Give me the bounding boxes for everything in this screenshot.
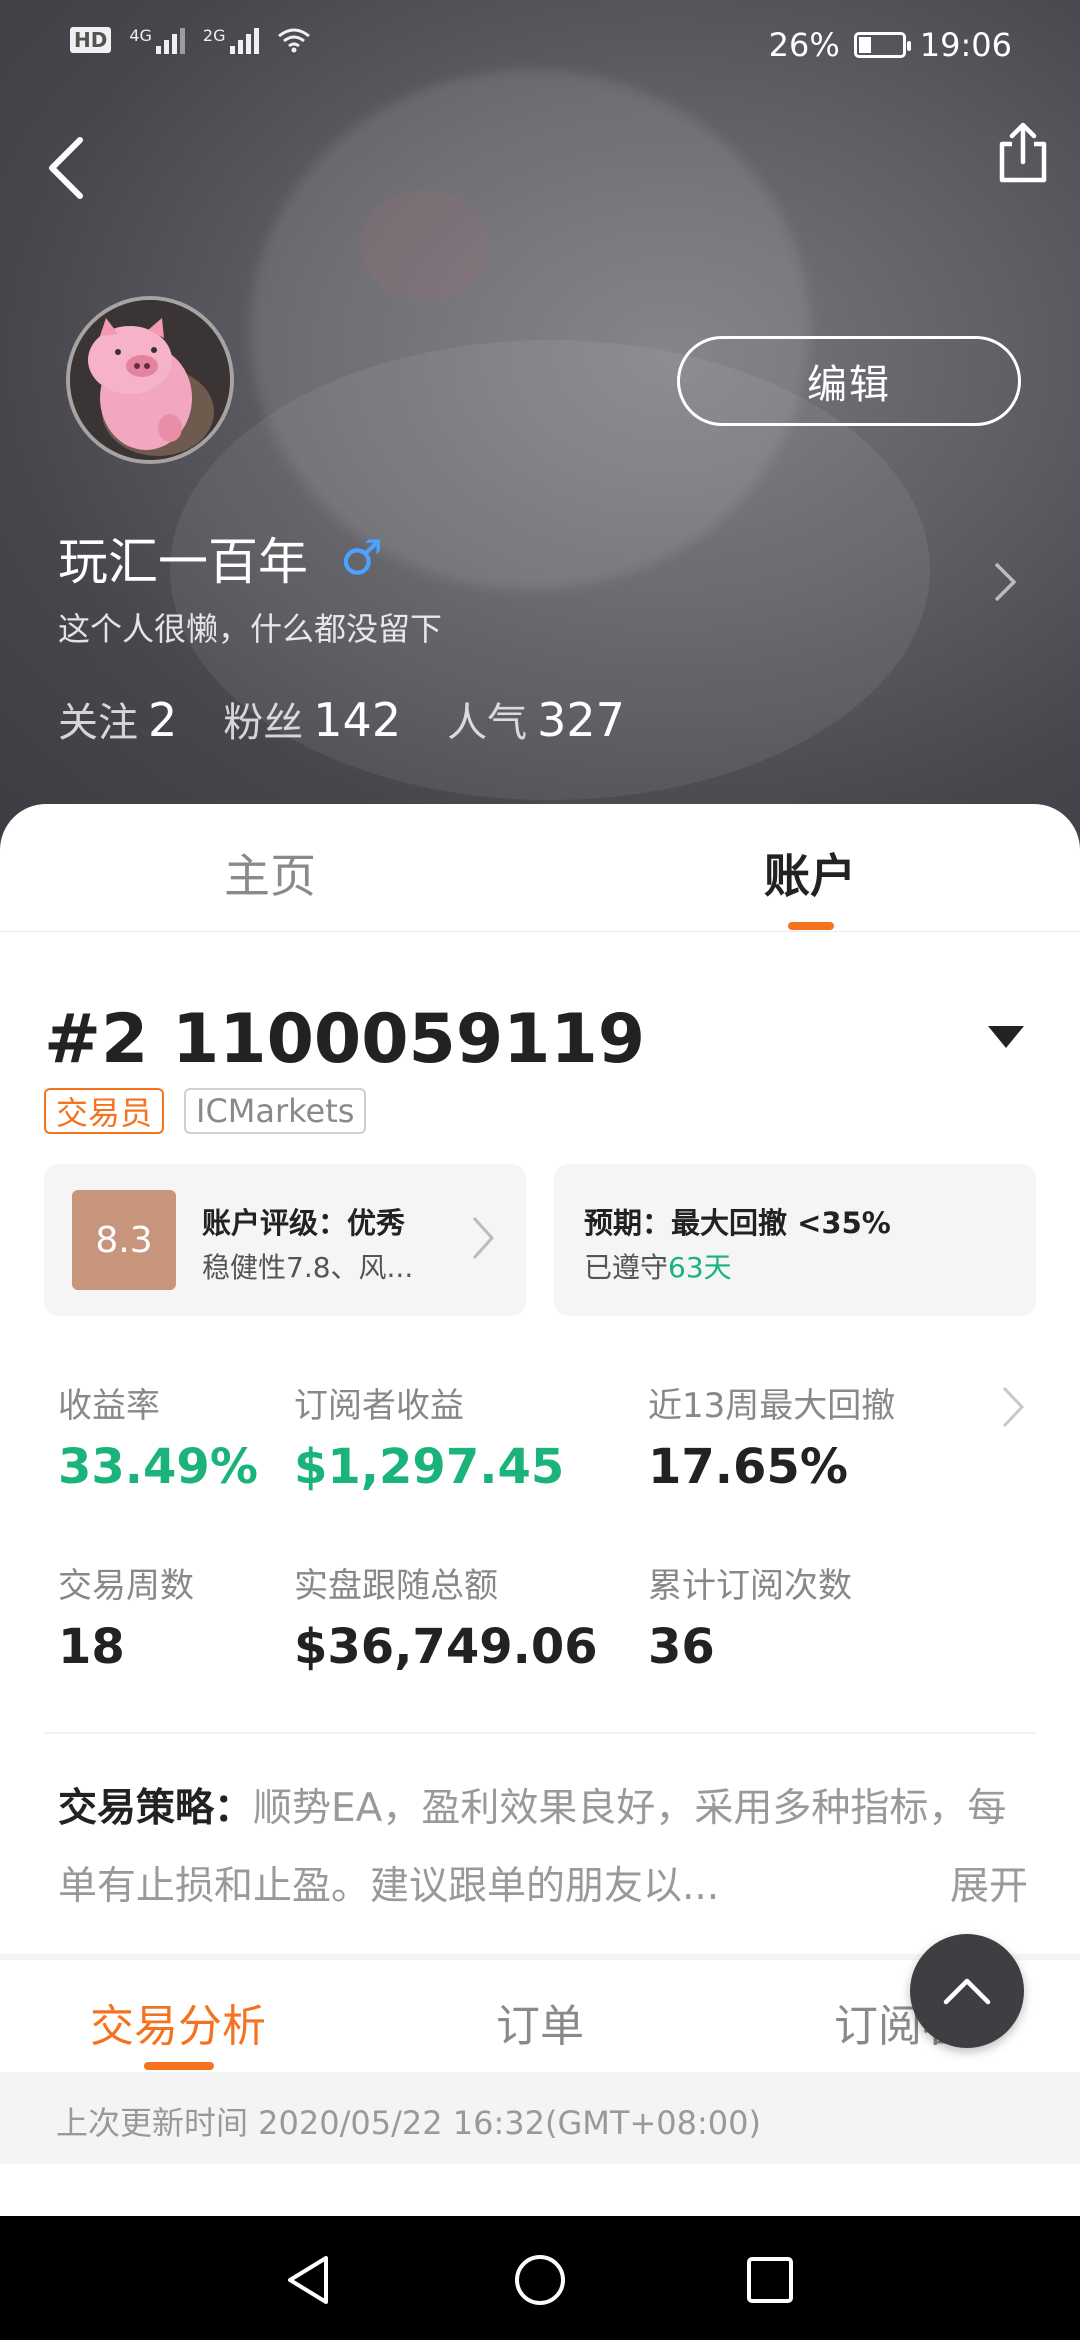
username: 玩汇一百年 [58,533,308,591]
metric-return-rate: 收益率 33.49% [58,1378,258,1495]
expectation-card: 预期：最大回撤 <35% 已遵守63天 [554,1164,1036,1316]
expectation-prefix: 已遵守 [584,1251,669,1284]
metric-label: 实盘跟随总额 [294,1566,498,1606]
4g-signal-icon: 4G [129,26,185,54]
male-gender-icon: ♂ [340,530,384,586]
status-left-icons: HD 4G 2G [70,26,311,54]
metric-follow-total: 实盘跟随总额 $36,749.06 [294,1558,598,1675]
metric-label: 交易周数 [58,1566,194,1606]
last-updated-text: 上次更新时间 2020/05/22 16:32(GMT+08:00) [56,2104,761,2142]
broker-tag: ICMarkets [184,1088,367,1134]
profile-stats: 关注 2 粉丝 142 人气 327 [58,690,625,748]
back-arrow-icon[interactable] [36,128,100,208]
expectation-subtitle: 已遵守63天 [584,1246,732,1286]
wifi-icon [277,28,310,53]
edit-profile-button[interactable]: 编辑 [677,336,1021,426]
active-tab-indicator [144,2062,214,2070]
trader-tag: 交易员 [44,1088,165,1134]
stat-label: 人气 [447,700,528,746]
metric-label: 收益率 [58,1386,160,1426]
expectation-days: 63天 [668,1251,732,1284]
update-bar: 上次更新时间 2020/05/22 16:32(GMT+08:00) [0,2072,1080,2164]
chevron-right-icon[interactable] [1000,1384,1026,1430]
tab-trade-analysis[interactable]: 交易分析 [90,1990,266,2054]
caret-down-icon[interactable] [988,1026,1024,1048]
active-tab-indicator [788,922,834,930]
stat-value: 327 [537,693,625,747]
strategy-label: 交易策略： [58,1786,254,1831]
following-stat[interactable]: 关注 2 [58,690,177,748]
expand-link[interactable]: 展开 [950,1848,1028,1926]
metric-subscription-count: 累计订阅次数 36 [648,1558,852,1675]
metric-max-drawdown: 近13周最大回撤 17.65% [648,1378,895,1495]
tab-account[interactable]: 账户 [660,840,960,906]
profile-tabs: 主页 账户 [0,804,1080,932]
metric-value: 36 [648,1619,715,1675]
stat-value: 2 [148,693,178,747]
profile-cover: HD 4G 2G 26% 19:06 编辑 玩汇一百年 ♂ 这个人很懒，什么都没… [0,0,1080,850]
stat-label: 粉丝 [223,700,304,746]
cover-blur-shape [360,190,490,300]
status-right: 26% 19:06 [769,26,1012,64]
expectation-title: 预期：最大回撤 <35% [584,1206,891,1240]
metric-value: $1,297.45 [294,1439,565,1495]
battery-icon [853,32,911,58]
popularity-stat: 人气 327 [447,690,625,748]
chevron-right-icon[interactable] [990,560,1020,604]
scroll-to-top-button[interactable] [910,1934,1024,2048]
user-bio: 这个人很懒，什么都没留下 [58,610,443,648]
tab-home[interactable]: 主页 [120,840,420,906]
network-type-label: 4G [129,26,152,45]
section-divider [44,1732,1036,1734]
metric-label: 近13周最大回撤 [648,1386,896,1426]
rating-card[interactable]: 8.3 账户评级：优秀 稳健性7.8、风... [44,1164,526,1316]
avatar[interactable] [66,296,234,464]
metric-trade-weeks: 交易周数 18 [58,1558,194,1675]
chevron-right-icon [472,1216,495,1260]
account-number: #2 1100059119 [44,1000,646,1079]
stat-label: 关注 [58,700,138,746]
2g-signal-icon: 2G [203,26,259,54]
followers-stat[interactable]: 粉丝 142 [223,690,401,748]
rating-subtitle: 稳健性7.8、风... [202,1251,414,1284]
clock: 19:06 [919,26,1012,64]
metric-value: $36,749.06 [294,1619,598,1675]
nav-back-icon[interactable] [282,2252,338,2308]
metric-label: 订阅者收益 [294,1386,464,1426]
battery-percent: 26% [768,26,840,64]
metric-value: 17.65% [648,1439,848,1495]
content-panel: 主页 账户 #2 1100059119 交易员 ICMarkets 8.3 账户… [0,804,1080,1954]
network-type-label: 2G [202,26,226,45]
system-navigation-bar [0,2216,1080,2340]
status-bar: HD 4G 2G 26% 19:06 [0,0,1080,92]
hd-icon: HD [70,27,112,53]
rating-title: 账户评级：优秀 [202,1206,406,1240]
metric-subscriber-profit: 订阅者收益 $1,297.45 [294,1378,564,1495]
rating-score: 8.3 [72,1190,176,1290]
metric-value: 33.49% [58,1439,258,1495]
pig-avatar-image [70,300,230,460]
chevron-up-icon [943,1978,991,2005]
trading-strategy: 交易策略：顺势EA，盈利效果良好，采用多种指标，每单有止损和止盈。建议跟单的朋友… [58,1770,1028,1926]
tab-orders[interactable]: 订单 [496,1990,584,2054]
nav-recents-icon[interactable] [742,2252,798,2308]
nav-home-icon[interactable] [512,2252,568,2308]
metric-label: 累计订阅次数 [648,1566,852,1606]
share-icon[interactable] [990,118,1056,188]
metric-value: 18 [58,1619,125,1675]
username-row: 玩汇一百年 ♂ [58,522,383,594]
stat-value: 142 [313,693,402,747]
content-below [0,2164,1080,2216]
